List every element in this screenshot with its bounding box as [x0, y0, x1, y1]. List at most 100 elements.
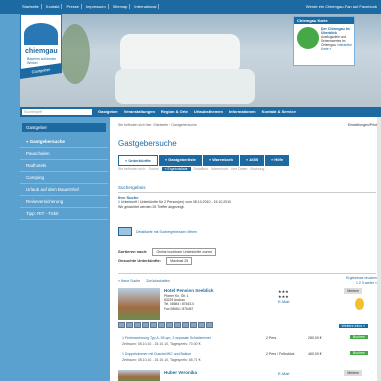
- nav-items: Gastgeber Veranstaltungen Region & Orte …: [98, 109, 296, 114]
- hotel-stars: ★★★ ★★★ E-Mail: [278, 289, 289, 304]
- pagination[interactable]: 1 2 3 weiter »: [346, 281, 377, 286]
- book-button[interactable]: Buchen: [350, 351, 368, 355]
- room-persons: 2 Pers / Frühstück: [266, 352, 295, 356]
- top-link-presse[interactable]: Presse: [64, 4, 82, 9]
- book-button[interactable]: Buchen: [350, 335, 368, 339]
- step-detailinfo: Detailinfo: [193, 167, 209, 171]
- page-title: Gastgebersuche: [118, 139, 177, 148]
- sort-form: Sortieren nach: Online buchbare Unterkün…: [118, 247, 216, 265]
- more-info-button[interactable]: Weitere Infos »: [338, 324, 368, 328]
- search-input[interactable]: Suchbegriff: [22, 109, 92, 115]
- amenity-icon: [166, 322, 173, 328]
- hotel-name[interactable]: Hotel Pension Seeblick: [164, 288, 214, 293]
- room-price: 280,00 €: [308, 336, 322, 340]
- nav-item-kontakt[interactable]: Kontakt & Service: [262, 109, 296, 114]
- merken-button[interactable]: Merken: [344, 288, 362, 294]
- sidebar-item-reiseversicherung[interactable]: Reiseversicherung: [20, 196, 108, 208]
- email-link[interactable]: E-Mail: [278, 371, 289, 376]
- section-title: Suchergebnis: [118, 185, 146, 190]
- main-nav: Suchbegriff Gastgeber Veranstaltungen Re…: [20, 107, 381, 117]
- step-warenkorb: Warenkorb: [211, 167, 229, 171]
- hotel-name[interactable]: Huber Veronika: [164, 370, 197, 375]
- search-summary-count: Wir gewichtet werden 25 Treffer angezeig…: [118, 205, 185, 209]
- sidebar-item-pauschalen[interactable]: Pauschalen: [20, 148, 108, 160]
- step-suche[interactable]: Suche: [149, 167, 159, 171]
- sidebar-item-camping[interactable]: Camping: [20, 172, 108, 184]
- map-card-title: Chiemgau Karte: [294, 17, 354, 24]
- amenity-icon: [198, 322, 205, 328]
- new-search-link[interactable]: « Neue Suche: [118, 279, 140, 283]
- tab-warenkorb[interactable]: » Warenkorb: [202, 155, 239, 166]
- room-offer: 1 Ferienwohnung Typ A, 55 qm, 2 separate…: [118, 335, 376, 348]
- sidebar-item-tipp[interactable]: Tipp: RIT - Tickit: [20, 208, 108, 220]
- map-icon: [118, 227, 132, 236]
- map-open-button[interactable]: Detailkarte mit Suchergebnissen öffnen: [118, 227, 197, 236]
- room-dates: Zeitraum: 08.10.10 - 15.10.10, Tagesprei…: [122, 358, 201, 362]
- sidebar-item-bauernhof[interactable]: Urlaub auf dem Bauernhof: [20, 184, 108, 196]
- map-open-label: Detailkarte mit Suchergebnissen öffnen: [136, 229, 198, 234]
- hotel-photo[interactable]: [118, 370, 160, 381]
- amenity-icon: [134, 322, 141, 328]
- filter-select[interactable]: Maximal 25: [166, 257, 193, 265]
- hotel-card[interactable]: Hotel Pension Seeblick Pfarrer Kn. Str. …: [118, 288, 376, 332]
- top-link-kontakt[interactable]: Kontakt: [44, 4, 63, 9]
- tab-unterkuenfte[interactable]: » Unterkünfte: [118, 155, 158, 166]
- room-persons: 2 Pers.: [266, 336, 278, 340]
- nav-item-veranstaltungen[interactable]: Veranstaltungen: [124, 109, 155, 114]
- back-link[interactable]: Zurückschalten: [146, 279, 170, 283]
- plant-decoration: [60, 24, 90, 84]
- tab-agb[interactable]: » AGB: [240, 155, 265, 166]
- room-name[interactable]: 1 Doppelzimmer mit Dusche/WC und Balkon: [122, 352, 191, 356]
- step-ergebnisliste: » Ergebnisliste: [161, 167, 191, 171]
- map-card-heading: Der Chiemgau im Überblick: [321, 27, 350, 35]
- hotel-photo[interactable]: [118, 288, 160, 320]
- sidebar-item-gastgebersuche[interactable]: » Gastgebersuche: [20, 136, 108, 148]
- tab-hilfe[interactable]: » Hilfe: [265, 155, 290, 166]
- sort-select[interactable]: Online buchbare Unterkünfte zuerst: [152, 248, 216, 256]
- amenity-icon: [150, 322, 157, 328]
- main-content: Sie befinden sich hier: Startseite › Gas…: [110, 117, 381, 381]
- hotel-card[interactable]: Huber Veronika E-Mail Merken: [118, 370, 376, 381]
- address-line: Fax 08654 / 876457: [164, 306, 194, 311]
- sidebar-title: Gastgeber: [22, 123, 106, 132]
- top-link-international[interactable]: International: [132, 4, 160, 9]
- facebook-link[interactable]: Werde ein Chiemgau-Fan auf Facebook: [306, 4, 377, 9]
- print-link[interactable]: Einstellungen/Print: [348, 123, 377, 127]
- room-name[interactable]: 1 Ferienwohnung Typ A, 55 qm, 2 separate…: [122, 336, 211, 340]
- nav-item-informationen[interactable]: Informationen: [229, 109, 256, 114]
- step-buchung: Buchung: [250, 167, 265, 171]
- top-bar: Startseite Kontakt Presse Impressum Site…: [0, 0, 381, 14]
- breadcrumb: Sie befinden sich hier: Startseite › Gas…: [118, 123, 197, 127]
- logo-name: chiemgau: [25, 48, 58, 55]
- pager: Ergebnisse drucken 1 2 3 weiter »: [346, 276, 377, 286]
- divider: [118, 192, 376, 193]
- merken-button[interactable]: Merken: [344, 370, 362, 376]
- sort-label: Sortieren nach:: [118, 249, 148, 254]
- result-links: « Neue Suche Zurückschalten: [118, 279, 170, 283]
- sun-icon: [355, 298, 364, 310]
- nav-item-urlaubsthemen[interactable]: Urlaubsthemen: [194, 109, 223, 114]
- top-link-sitemap[interactable]: Sitemap: [111, 4, 131, 9]
- email-link[interactable]: E-Mail: [278, 299, 289, 304]
- search-summary: Ihre Suche 1 Unterkunft / Unterkünfte fü…: [118, 195, 318, 210]
- top-link-impressum[interactable]: Impressum: [84, 4, 109, 9]
- nav-item-region[interactable]: Region & Orte: [161, 109, 188, 114]
- sidebar-item-radhotels[interactable]: Radhotels: [20, 160, 108, 172]
- tab-gastgeberliste[interactable]: » Gastgeberliste: [158, 155, 202, 166]
- nav-item-gastgeber[interactable]: Gastgeber: [98, 109, 118, 114]
- amenity-icon: [190, 322, 197, 328]
- booking-steps: Sie befinden sich: Suche » Ergebnisliste…: [118, 167, 264, 171]
- scrollbar[interactable]: [377, 117, 381, 381]
- divider: [118, 273, 376, 274]
- chiemgau-map-card[interactable]: Chiemgau Karte Der Chiemgau im Überblick…: [293, 16, 355, 66]
- amenity-icon: [174, 322, 181, 328]
- map-icon: [297, 27, 319, 49]
- towel-image: [120, 34, 240, 74]
- tab-bar: » Unterkünfte » Gastgeberliste » Warenko…: [118, 155, 290, 166]
- amenity-icon: [118, 322, 125, 328]
- step-daten: Ihre Daten: [231, 167, 248, 171]
- map-card-text: Der Chiemgau im Überblick Ausflugsziele …: [321, 27, 354, 51]
- filter-label: Gesuchte Unterkünfte:: [118, 258, 162, 263]
- logo-wave-icon: [24, 23, 58, 45]
- top-link-startseite[interactable]: Startseite: [20, 4, 42, 9]
